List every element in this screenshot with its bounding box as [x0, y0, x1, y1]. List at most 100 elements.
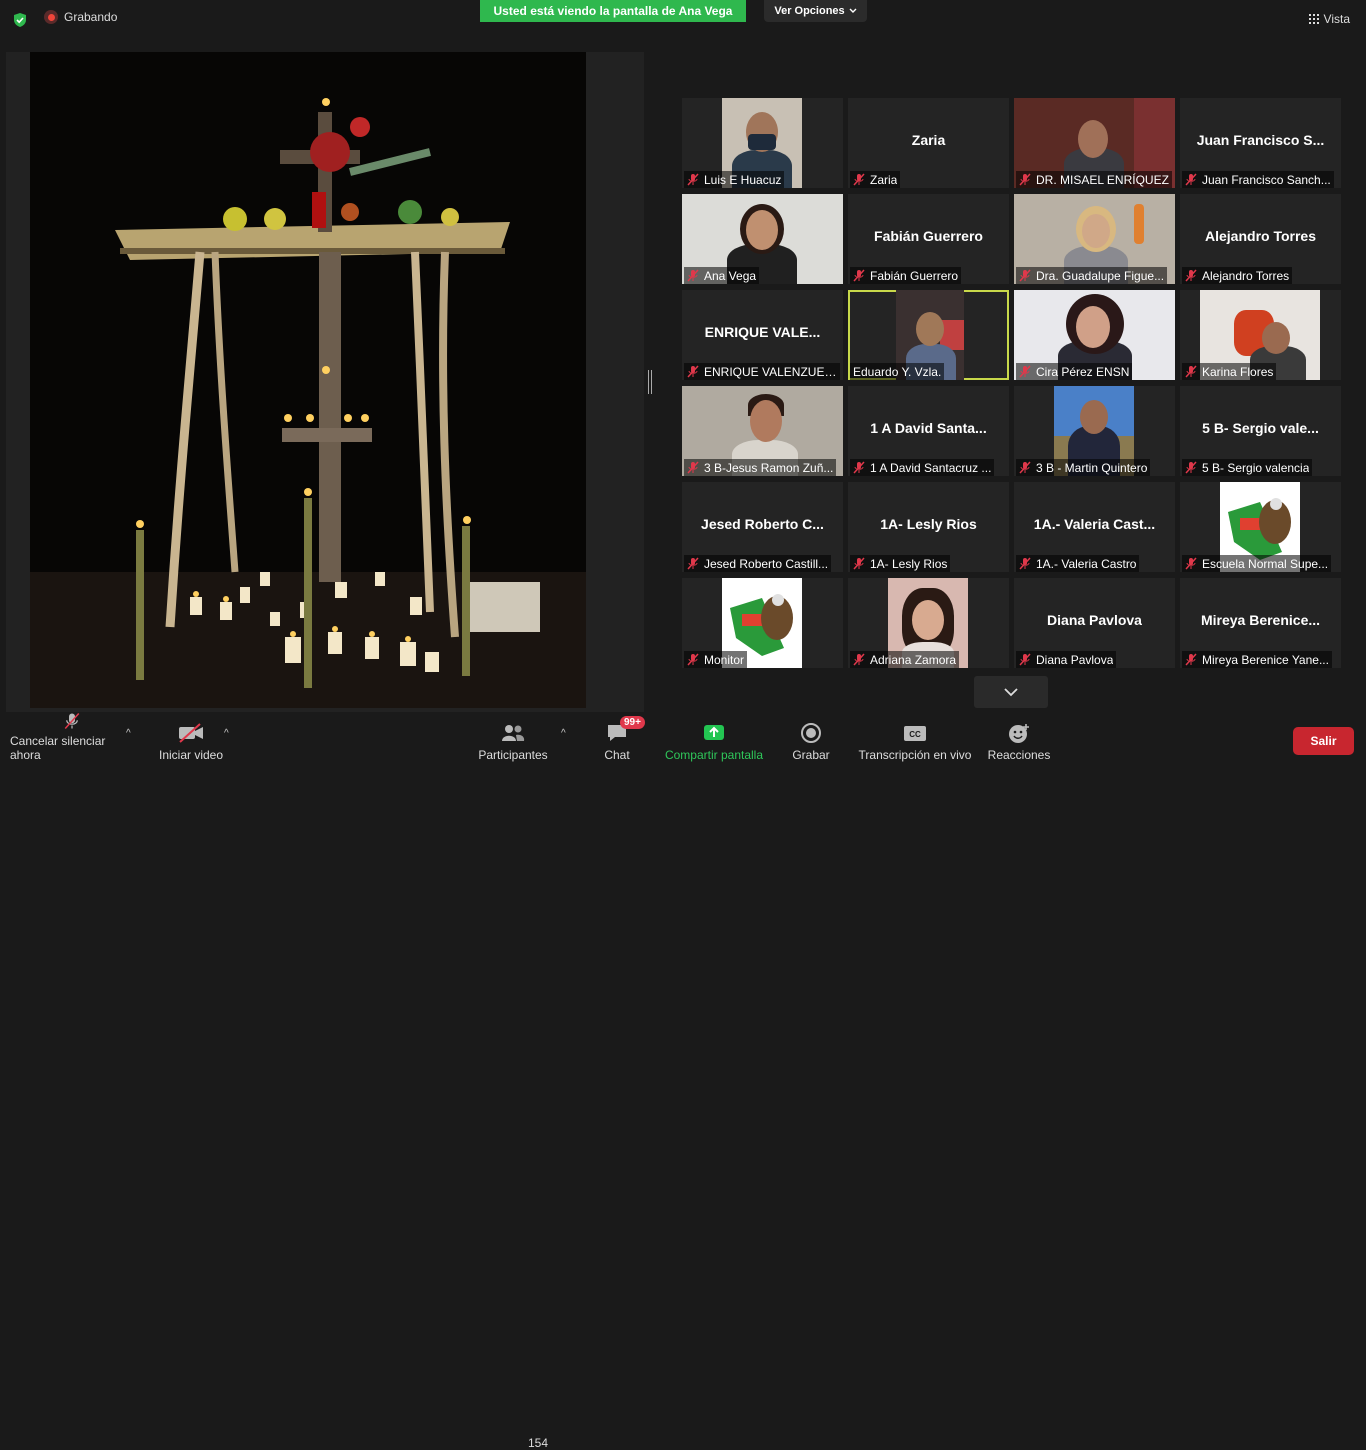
mic-muted-icon: [1019, 173, 1031, 186]
video-options-caret[interactable]: ^: [224, 728, 229, 739]
top-bar: Grabando Usted está viendo la pantalla d…: [0, 0, 1366, 40]
mic-muted-icon: [1185, 461, 1197, 474]
participant-tile[interactable]: 1A.- Valeria Cast... 1A.- Valeria Castro: [1014, 482, 1175, 572]
chevron-down-icon: [1004, 688, 1018, 697]
mic-muted-icon: [687, 173, 699, 186]
participant-tile[interactable]: Alejandro Torres Alejandro Torres: [1180, 194, 1341, 284]
mic-muted-icon: [1019, 653, 1031, 666]
participant-tile[interactable]: Fabián Guerrero Fabián Guerrero: [848, 194, 1009, 284]
participant-name: Escuela Normal Supe...: [1202, 556, 1329, 571]
splitter-handle[interactable]: [648, 370, 652, 394]
svg-text:CC: CC: [909, 730, 921, 739]
recording-indicator[interactable]: Grabando: [44, 10, 117, 24]
shared-screen[interactable]: [6, 52, 644, 712]
participant-tile[interactable]: Diana Pavlova Diana Pavlova: [1014, 578, 1175, 668]
participant-tile[interactable]: Juan Francisco S... Juan Francisco Sanch…: [1180, 98, 1341, 188]
unmute-button[interactable]: Cancelar silenciar ahora: [10, 712, 134, 768]
participant-tile[interactable]: 3 B-Jesus Ramon Zuñ...: [682, 386, 843, 476]
participant-name: Ana Vega: [704, 268, 757, 283]
recording-icon: [44, 10, 58, 24]
participant-tile[interactable]: DR. MISAEL ENRÍQUEZ: [1014, 98, 1175, 188]
next-page-button[interactable]: [974, 676, 1048, 708]
participant-tile[interactable]: Escuela Normal Supe...: [1180, 482, 1341, 572]
participant-name: Eduardo Y. Vzla.: [853, 364, 942, 379]
record-label: Grabar: [792, 748, 830, 762]
participant-name: Luis E Huacuz: [704, 172, 782, 187]
participant-display-name: ENRIQUE VALE...: [704, 324, 821, 340]
participant-name: Juan Francisco Sanch...: [1202, 172, 1331, 187]
participant-display-name: 1A.- Valeria Cast...: [1033, 516, 1156, 532]
mic-muted-icon: [1185, 365, 1197, 378]
share-screen-label: Compartir pantalla: [664, 748, 764, 762]
participant-tile-active-speaker[interactable]: Eduardo Y. Vzla.: [848, 290, 1009, 380]
participant-tile[interactable]: Dra. Guadalupe Figue...: [1014, 194, 1175, 284]
participant-tile[interactable]: Luis E Huacuz: [682, 98, 843, 188]
start-video-button[interactable]: Iniciar video: [158, 712, 224, 768]
security-shield-icon[interactable]: [12, 12, 28, 28]
view-button[interactable]: Vista: [1308, 12, 1350, 26]
participant-name: Monitor: [704, 652, 745, 667]
participants-button[interactable]: Participantes: [478, 712, 548, 768]
meeting-toolbar: Cancelar silenciar ahora ^ Iniciar video…: [0, 712, 1366, 1450]
unmute-label: Cancelar silenciar ahora: [10, 734, 106, 762]
mic-muted-icon: [687, 365, 699, 378]
record-button[interactable]: Grabar: [790, 712, 832, 768]
reactions-button[interactable]: Reacciones: [988, 712, 1050, 768]
participant-name: DR. MISAEL ENRÍQUEZ: [1036, 172, 1169, 187]
participant-name: Fabián Guerrero: [870, 268, 959, 283]
participant-tile[interactable]: Monitor: [682, 578, 843, 668]
mic-muted-icon: [1185, 173, 1197, 186]
view-options-label: Ver Opciones: [774, 5, 845, 17]
mic-muted-icon: [687, 269, 699, 282]
chat-label: Chat: [604, 748, 630, 762]
participant-display-name: Juan Francisco S...: [1196, 132, 1325, 148]
participant-tile[interactable]: 1 A David Santa... 1 A David Santacruz .…: [848, 386, 1009, 476]
participants-label: Participantes: [478, 748, 548, 762]
start-video-label: Iniciar video: [158, 748, 224, 762]
grid-view-icon: [1308, 14, 1319, 24]
participant-display-name: Mireya Berenice...: [1200, 612, 1321, 628]
mic-muted-icon: [64, 712, 80, 730]
mic-muted-icon: [853, 269, 865, 282]
participant-tile[interactable]: Mireya Berenice... Mireya Berenice Yane.…: [1180, 578, 1341, 668]
live-transcript-button[interactable]: CC Transcripción en vivo: [858, 712, 972, 768]
shared-altar-photo: [30, 52, 586, 708]
share-screen-button[interactable]: Compartir pantalla: [662, 712, 766, 768]
audio-options-caret[interactable]: ^: [126, 728, 131, 739]
participant-tile[interactable]: 5 B- Sergio vale... 5 B- Sergio valencia: [1180, 386, 1341, 476]
participant-name: 1A- Lesly Rios: [870, 556, 948, 571]
participant-name: 5 B- Sergio valencia: [1202, 460, 1310, 475]
participant-tile[interactable]: 1A- Lesly Rios 1A- Lesly Rios: [848, 482, 1009, 572]
share-screen-icon: [704, 725, 724, 740]
participant-tile[interactable]: Jesed Roberto C... Jesed Roberto Castill…: [682, 482, 843, 572]
participant-name: Diana Pavlova: [1036, 652, 1114, 667]
participant-tile[interactable]: Zaria Zaria: [848, 98, 1009, 188]
participant-display-name: 1A- Lesly Rios: [880, 516, 977, 532]
participant-tile[interactable]: Adriana Zamora: [848, 578, 1009, 668]
participant-name: 3 B-Jesus Ramon Zuñ...: [704, 460, 834, 475]
view-options-button[interactable]: Ver Opciones: [764, 0, 867, 22]
video-off-icon: [179, 723, 203, 743]
mic-muted-icon: [853, 557, 865, 570]
participant-tile[interactable]: Karina Flores: [1180, 290, 1341, 380]
participant-name: Dra. Guadalupe Figue...: [1036, 268, 1165, 283]
participant-name: Karina Flores: [1202, 364, 1274, 379]
mic-muted-icon: [687, 653, 699, 666]
mic-muted-icon: [1185, 653, 1197, 666]
participant-tile[interactable]: Cira Pérez ENSN: [1014, 290, 1175, 380]
leave-button[interactable]: Salir: [1293, 727, 1354, 755]
mic-muted-icon: [853, 653, 865, 666]
participant-tile[interactable]: Ana Vega: [682, 194, 843, 284]
participant-name: ENRIQUE VALENZUEL...: [704, 364, 837, 379]
participants-icon: [502, 725, 525, 741]
reactions-label: Reacciones: [987, 748, 1051, 762]
participants-options-caret[interactable]: ^: [561, 728, 566, 739]
mic-muted-icon: [1019, 365, 1031, 378]
participant-tile[interactable]: 3 B - Martin Quintero: [1014, 386, 1175, 476]
participant-name: 1A.- Valeria Castro: [1036, 556, 1137, 571]
closed-captions-icon: CC: [904, 726, 926, 741]
participant-display-name: Jesed Roberto C...: [701, 516, 824, 532]
chat-unread-badge: 99+: [620, 716, 645, 729]
participant-tile[interactable]: ENRIQUE VALE... ENRIQUE VALENZUEL...: [682, 290, 843, 380]
participant-name: Zaria: [870, 172, 898, 187]
